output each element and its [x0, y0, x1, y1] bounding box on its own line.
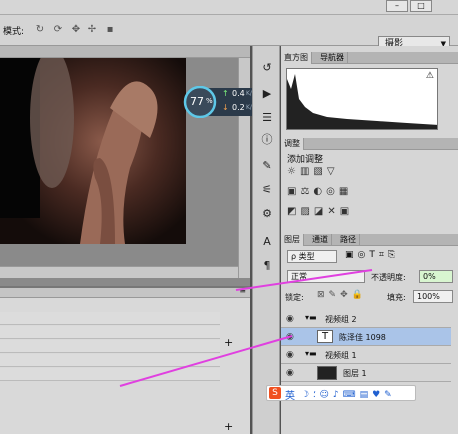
menu-bar: – □: [0, 0, 458, 15]
mode-label: 模式:: [3, 27, 25, 37]
download-speed: 0.2: [232, 103, 245, 112]
blend-mode-select[interactable]: 正常: [287, 270, 365, 283]
histogram-chart: ⚠: [286, 68, 438, 130]
fill-label: 填充:: [387, 293, 406, 302]
timeline-track[interactable]: [0, 354, 220, 367]
minimize-button[interactable]: –: [386, 0, 408, 12]
warning-icon[interactable]: ⚠: [426, 71, 434, 81]
opacity-value: 0%: [423, 272, 436, 281]
tab-paths[interactable]: 路径: [337, 234, 360, 246]
scale-3d-icon[interactable]: ▪: [104, 24, 116, 36]
drag-3d-icon[interactable]: ✥: [70, 24, 82, 36]
ime-language[interactable]: 英: [285, 387, 295, 402]
histogram-tabs: 直方图 导航器: [281, 52, 458, 64]
adjustment-icons-row2[interactable]: ▣⚖◐◎▦: [287, 186, 352, 197]
eye-icon[interactable]: ◉: [286, 314, 294, 324]
eye-icon[interactable]: ◉: [286, 350, 294, 360]
panel-menu-icon[interactable]: ≡: [239, 286, 246, 295]
maximize-button[interactable]: □: [410, 0, 432, 12]
layer-name: 视频组 2: [325, 315, 357, 324]
layer-row[interactable]: ◉ ▾▬ 视频组 2: [281, 310, 451, 328]
layers-tabs: 图层 通道 路径: [281, 234, 458, 246]
info-icon[interactable]: ⓘ: [259, 132, 275, 148]
tool-presets-icon[interactable]: ⚙: [259, 206, 275, 222]
group-folder-icon: ▾▬: [305, 349, 317, 358]
search-icon: ρ: [291, 252, 297, 261]
rotate-3d-icon[interactable]: ↻: [34, 24, 46, 36]
right-panel-stack: 直方图 导航器 ⚠ 调整 添加调整 ☼▥▧▽ ▣⚖◐◎▦ ◩▨◪✕▣ 图层 通道…: [281, 46, 458, 434]
down-arrow-icon: ↓: [222, 103, 229, 112]
cpu-value: 77: [190, 95, 204, 108]
options-bar: 模式: ↻ ⟳ ✥ ✢ ▪ 摄影 ▼: [0, 15, 458, 53]
timeline-header: ≡: [0, 286, 250, 298]
tab-channels[interactable]: 通道: [309, 234, 332, 246]
timeline-track[interactable]: [0, 340, 220, 353]
cpu-unit: %: [206, 97, 213, 105]
add-track-icon[interactable]: +: [224, 336, 233, 349]
video-frame-image: [0, 58, 186, 244]
character-icon[interactable]: A: [259, 234, 275, 250]
add-track-icon[interactable]: +: [224, 420, 233, 433]
upload-speed: 0.4: [232, 89, 245, 98]
tab-navigator[interactable]: 导航器: [317, 52, 348, 64]
paragraph-icon[interactable]: ¶: [259, 258, 275, 274]
lock-label: 锁定:: [285, 293, 304, 302]
canvas-image[interactable]: [0, 58, 186, 244]
tab-adjustments[interactable]: 调整: [281, 138, 304, 150]
group-folder-icon: ▾▬: [305, 313, 317, 322]
timeline-track[interactable]: [0, 368, 220, 381]
adjustments-header: 调整: [281, 138, 458, 150]
eye-icon[interactable]: ◉: [286, 332, 294, 342]
actions-icon[interactable]: ▶: [259, 86, 275, 102]
add-adjustment-label: 添加调整: [287, 155, 324, 165]
brush-icon[interactable]: ✎: [259, 158, 275, 174]
panel-icon-dock: ↺ ▶ ☰ ⓘ ✎ ⚟ ⚙ A ¶: [252, 46, 280, 434]
brush-presets-icon[interactable]: ⚟: [259, 182, 275, 198]
horizontal-scrollbar[interactable]: [0, 266, 238, 278]
layer-filter-select[interactable]: ρ 类型: [287, 250, 337, 263]
layer-filter-value: 类型: [298, 252, 315, 261]
layer-row[interactable]: ◉ 图层 1: [281, 364, 451, 382]
ime-toolbar[interactable]: S 英 ☽⸵☺♪⌨▤♥✎: [266, 385, 416, 402]
properties-icon[interactable]: ☰: [259, 110, 275, 126]
fill-input[interactable]: 100%: [413, 290, 453, 303]
ime-tool-icons[interactable]: ☽⸵☺♪⌨▤♥✎: [301, 387, 396, 400]
filter-icons[interactable]: ▣◎T⌗⎘: [345, 250, 399, 260]
layer-name: 图层 1: [343, 369, 367, 378]
layer-name: 视频组 1: [325, 351, 357, 360]
blend-mode-value: 正常: [291, 272, 307, 281]
histogram-graph: [287, 74, 437, 129]
eye-icon[interactable]: ◉: [286, 368, 294, 378]
up-arrow-icon: ↑: [222, 89, 229, 98]
timeline-track[interactable]: [0, 312, 220, 325]
opacity-input[interactable]: 0%: [419, 270, 453, 283]
history-icon[interactable]: ↺: [259, 60, 275, 76]
layer-name: 陈泽佳 1098: [339, 333, 386, 342]
opacity-label: 不透明度:: [371, 273, 406, 282]
layer-thumbnail: [317, 366, 337, 380]
tab-histogram[interactable]: 直方图: [281, 52, 312, 64]
document-tab-strip: [0, 46, 250, 58]
layer-row[interactable]: ◉ ▾▬ 视频组 1: [281, 346, 451, 364]
roll-3d-icon[interactable]: ⟳: [52, 24, 64, 36]
layer-row[interactable]: ◉ T 陈泽佳 1098: [281, 328, 451, 346]
text-layer-icon: T: [317, 330, 333, 343]
timeline-track[interactable]: [0, 326, 220, 339]
adjustment-icons-row3[interactable]: ◩▨◪✕▣: [287, 206, 353, 217]
slide-3d-icon[interactable]: ✢: [86, 24, 98, 36]
tab-layers[interactable]: 图层: [281, 234, 304, 246]
sogou-logo-icon: S: [269, 387, 281, 399]
lock-icons[interactable]: ⊠✎✥🔒: [317, 290, 367, 300]
adjustment-icons-row1[interactable]: ☼▥▧▽: [287, 166, 339, 177]
fill-value: 100%: [417, 292, 440, 301]
